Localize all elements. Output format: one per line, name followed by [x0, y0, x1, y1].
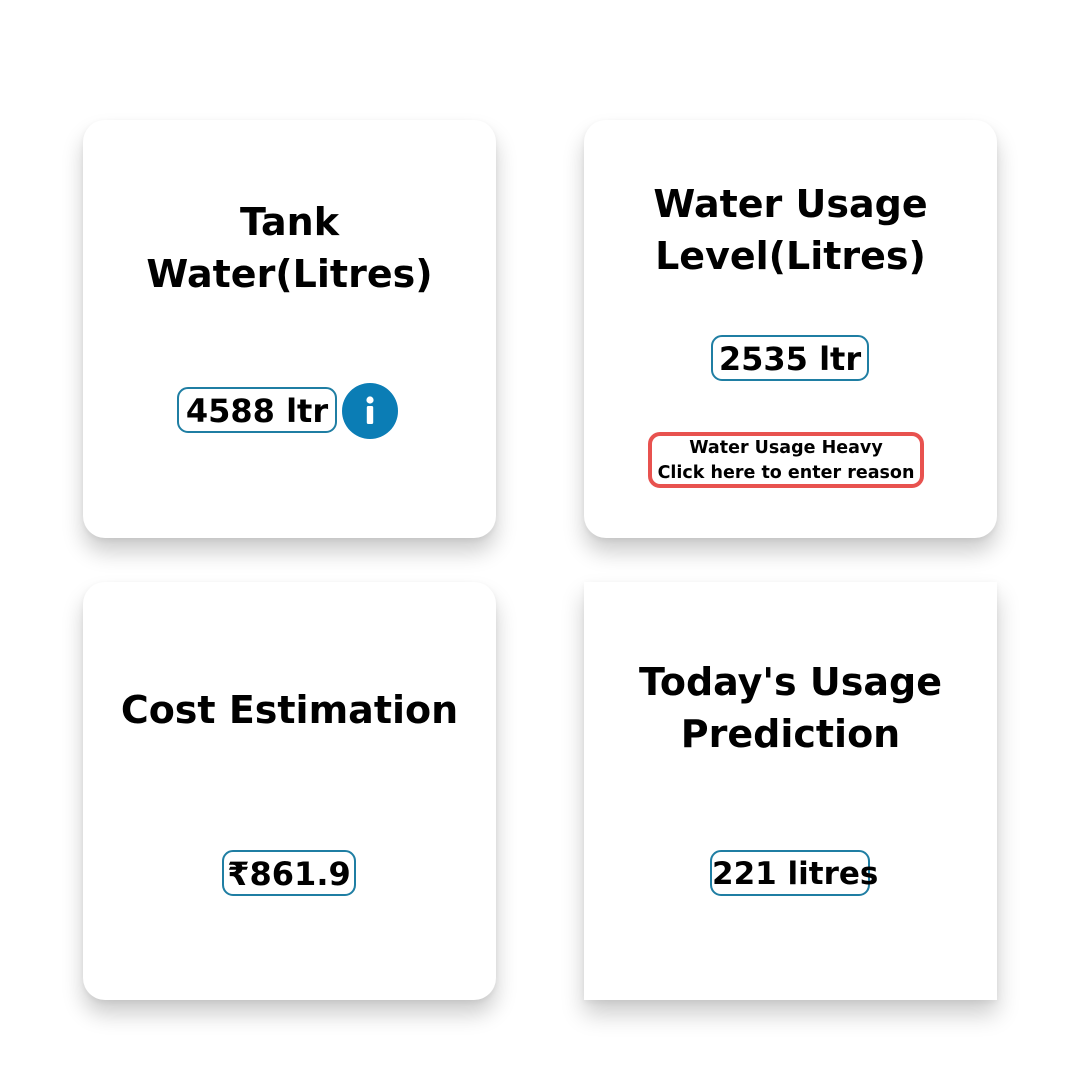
tank-water-value: 4588 ltr: [177, 387, 337, 433]
water-usage-card: Water Usage Level(Litres) 2535 ltr Water…: [584, 120, 997, 538]
cost-estimation-card: Cost Estimation ₹861.9: [83, 582, 496, 1000]
water-usage-title: Water Usage Level(Litres): [653, 182, 928, 278]
cost-estimation-value: ₹861.9: [222, 850, 356, 896]
alert-title: Water Usage Heavy: [689, 438, 883, 458]
usage-prediction-card: Today's Usage Prediction 221 litres: [584, 582, 997, 1000]
tank-water-card: Tank Water(Litres) 4588 ltr: [83, 120, 496, 538]
usage-prediction-value: 221 litres: [710, 850, 878, 896]
info-glyph: [366, 396, 374, 424]
cost-estimation-title: Cost Estimation: [120, 688, 459, 732]
alert-action-text: Click here to enter reason: [657, 463, 915, 483]
tank-water-title: Tank Water(Litres): [146, 200, 433, 296]
info-icon[interactable]: [342, 383, 398, 439]
heavy-usage-alert-button[interactable]: Water Usage Heavy Click here to enter re…: [648, 432, 924, 488]
water-usage-value: 2535 ltr: [711, 335, 869, 381]
usage-prediction-title: Today's Usage Prediction: [639, 660, 942, 756]
